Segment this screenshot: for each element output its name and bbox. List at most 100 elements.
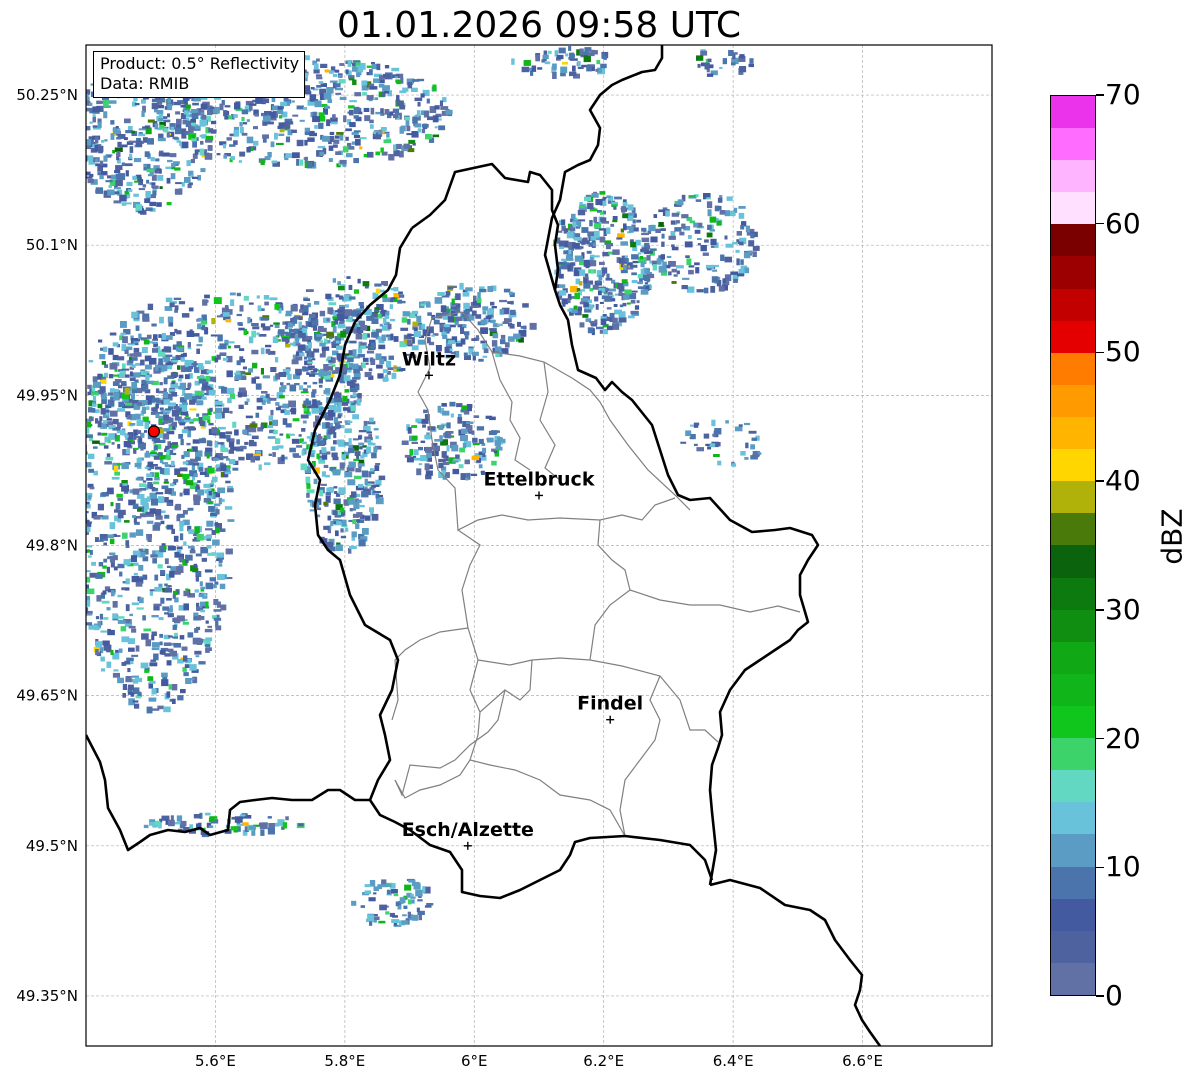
echo-cell — [427, 426, 436, 431]
echo-cell — [298, 316, 303, 321]
echo-cell — [637, 281, 643, 285]
echo-cell — [74, 509, 80, 515]
echo-cell — [378, 920, 386, 924]
echo-cell — [412, 116, 418, 124]
echo-cell — [373, 428, 379, 431]
echo-cell — [358, 484, 364, 488]
echo-cell — [339, 96, 347, 100]
echo-cell — [100, 630, 107, 633]
echo-cell — [312, 116, 320, 123]
echo-cell — [370, 86, 378, 90]
echo-cell — [737, 273, 745, 277]
echo-cell — [348, 498, 356, 505]
echo-cell — [402, 87, 409, 92]
echo-cell — [241, 116, 245, 122]
echo-cell — [256, 397, 263, 403]
echo-cell — [339, 462, 345, 469]
echo-cell — [75, 577, 82, 582]
echo-cell — [196, 626, 201, 631]
echo-cell — [425, 470, 433, 476]
echo-cell — [450, 413, 454, 418]
echo-cell — [226, 137, 232, 141]
echo-cell — [639, 256, 644, 260]
radar-map[interactable]: WiltzEttelbruckFindelEsch/Alzette 5.6°E 5… — [0, 0, 1184, 1081]
echo-cell — [445, 291, 451, 296]
echo-cell — [76, 585, 83, 588]
echo-cell — [688, 269, 694, 275]
echo-cell — [179, 533, 184, 541]
echo-cell — [330, 446, 336, 451]
echo-cell — [629, 264, 638, 268]
echo-cell — [103, 346, 108, 353]
echo-cell — [270, 141, 275, 148]
echo-cell — [310, 87, 315, 90]
echo-cell — [246, 398, 250, 402]
echo-cell — [403, 905, 408, 909]
echo-cell — [361, 491, 369, 498]
echo-cell — [162, 433, 170, 440]
echo-cell — [446, 445, 450, 452]
echo-cell — [245, 415, 253, 419]
echo-cell — [184, 367, 192, 372]
echo-cell — [381, 879, 387, 885]
city-markers: WiltzEttelbruckFindelEsch/Alzette — [402, 348, 643, 850]
echo-cell — [357, 278, 361, 284]
echo-cell — [507, 301, 514, 304]
echo-cell — [337, 414, 342, 419]
echo-cell — [572, 65, 576, 72]
echo-cell — [341, 519, 347, 526]
echo-cell — [647, 230, 652, 234]
echo-cell — [228, 341, 235, 344]
echo-cell — [135, 477, 142, 481]
echo-cell — [167, 585, 172, 588]
echo-cell — [416, 315, 422, 323]
echo-cell — [206, 520, 214, 527]
echo-cell — [674, 227, 682, 232]
echo-cell — [187, 632, 194, 638]
echo-cell — [163, 119, 171, 123]
echo-cell — [179, 635, 185, 640]
echo-cell — [88, 136, 93, 140]
echo-cell — [407, 318, 411, 325]
echo-cell — [535, 54, 540, 62]
echo-cell — [92, 403, 97, 407]
echo-cell — [124, 349, 129, 354]
echo-cell — [201, 114, 207, 120]
echo-cell — [114, 369, 118, 372]
echo-cell — [132, 175, 137, 180]
echo-cell — [463, 302, 470, 309]
echo-cell — [725, 420, 729, 424]
echo-cell — [577, 219, 586, 222]
echo-cell — [114, 471, 120, 476]
echo-cell — [590, 236, 597, 241]
echo-cell — [477, 292, 481, 299]
echo-cell — [214, 522, 219, 527]
echo-cell — [483, 348, 489, 354]
echo-cell — [335, 424, 342, 429]
echo-cell — [387, 323, 392, 330]
echo-cell — [199, 420, 205, 427]
echo-cell — [648, 225, 656, 231]
echo-cell — [221, 411, 225, 419]
lat-tick-label: 50.1°N — [26, 236, 78, 254]
echo-cell — [166, 660, 172, 666]
echo-cell — [392, 915, 398, 918]
echo-cell — [712, 269, 718, 272]
echo-cell — [74, 138, 77, 141]
echo-cell — [125, 604, 130, 612]
colorbar-segment — [1051, 706, 1095, 739]
echo-cell — [129, 423, 136, 426]
echo-cell — [543, 54, 549, 59]
city-findel: Findel — [577, 693, 643, 724]
echo-cell — [128, 140, 137, 143]
echo-cell — [442, 410, 450, 416]
echo-cell — [77, 454, 85, 459]
echo-cell — [457, 417, 463, 424]
echo-cell — [650, 236, 658, 243]
echo-cell — [660, 254, 665, 260]
echo-cell — [560, 72, 566, 77]
echo-cell — [711, 276, 719, 283]
echo-cell — [320, 63, 328, 68]
echo-cell — [248, 302, 254, 305]
echo-cell — [91, 561, 96, 566]
